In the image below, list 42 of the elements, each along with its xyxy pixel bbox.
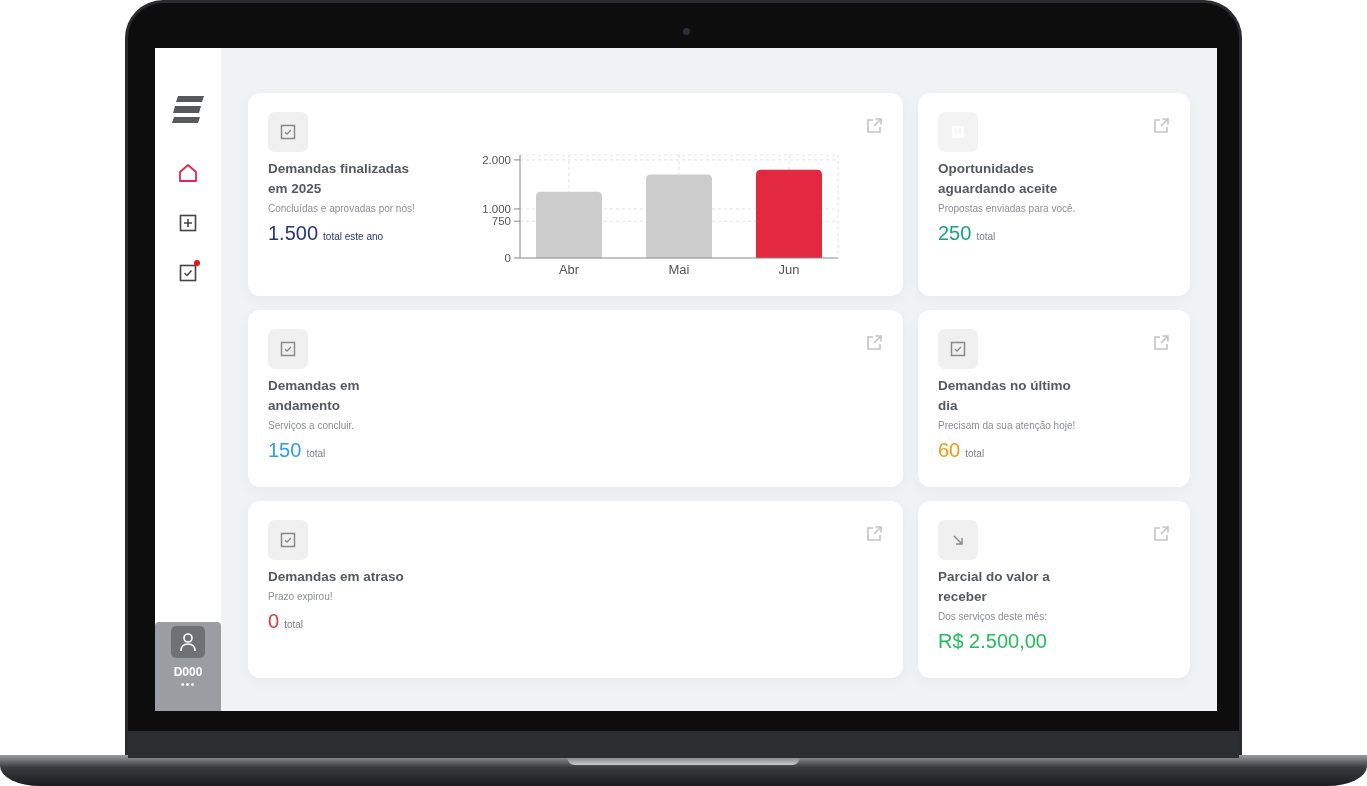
card-unit: total (284, 618, 304, 632)
card-title: Oportunidades aguardando aceite (938, 160, 1059, 198)
card-subtitle: Propostas enviadas para você. (938, 202, 1076, 215)
axis-tick-label: 750 (491, 215, 511, 228)
card-value: 1.500 (268, 221, 319, 245)
card-value: 150 (268, 438, 302, 462)
card-title: Demandas em andamento (268, 377, 361, 415)
card-subtitle: Dos serviços deste mês: (938, 610, 1047, 623)
webcam (683, 28, 690, 35)
card-value: 0 (268, 609, 280, 633)
task-icon (938, 329, 978, 369)
card-value: 60 (938, 438, 961, 462)
card-value: 250 (938, 221, 972, 245)
card-title: Parcial do valor a receber (938, 568, 1051, 606)
card-title: Demandas em atraso (268, 568, 405, 586)
card-subtitle: Prazo expirou! (268, 590, 333, 603)
card-unit: total (965, 447, 985, 461)
task-icon (268, 520, 308, 560)
axis-category-label: Jun (778, 262, 800, 277)
axis-category-label: Mai (668, 262, 690, 277)
axis-tick-label: 0 (504, 252, 511, 264)
user-code: D000 (173, 665, 203, 679)
card-subtitle: Serviços a concluir. (268, 419, 355, 432)
notification-dot (194, 260, 200, 266)
task-icon (268, 112, 308, 152)
task-icon (268, 329, 308, 369)
axis-tick-label: 1.000 (482, 202, 511, 215)
logo-icon (172, 96, 204, 124)
card-title: Demandas finalizadas em 2025 (268, 160, 411, 198)
axis-category-label: Abr (558, 262, 580, 277)
bar (536, 191, 602, 258)
more-options[interactable]: ••• (180, 679, 196, 689)
card-subtitle: Concluídas e aprovadas por nós! (268, 202, 415, 215)
axis-tick-label: 2.000 (482, 153, 511, 166)
user-panel[interactable]: D000 ••• (155, 622, 221, 711)
card-unit: total (306, 447, 326, 461)
avatar-icon (171, 626, 205, 658)
card-title: Demandas no último dia (938, 377, 1072, 415)
card-subtitle: Precisam da sua atenção hoje! (938, 419, 1076, 432)
card-unit: total (976, 230, 996, 244)
card-unit: total este ano (323, 230, 384, 244)
card-value: R$ 2.500,00 (938, 629, 1047, 653)
